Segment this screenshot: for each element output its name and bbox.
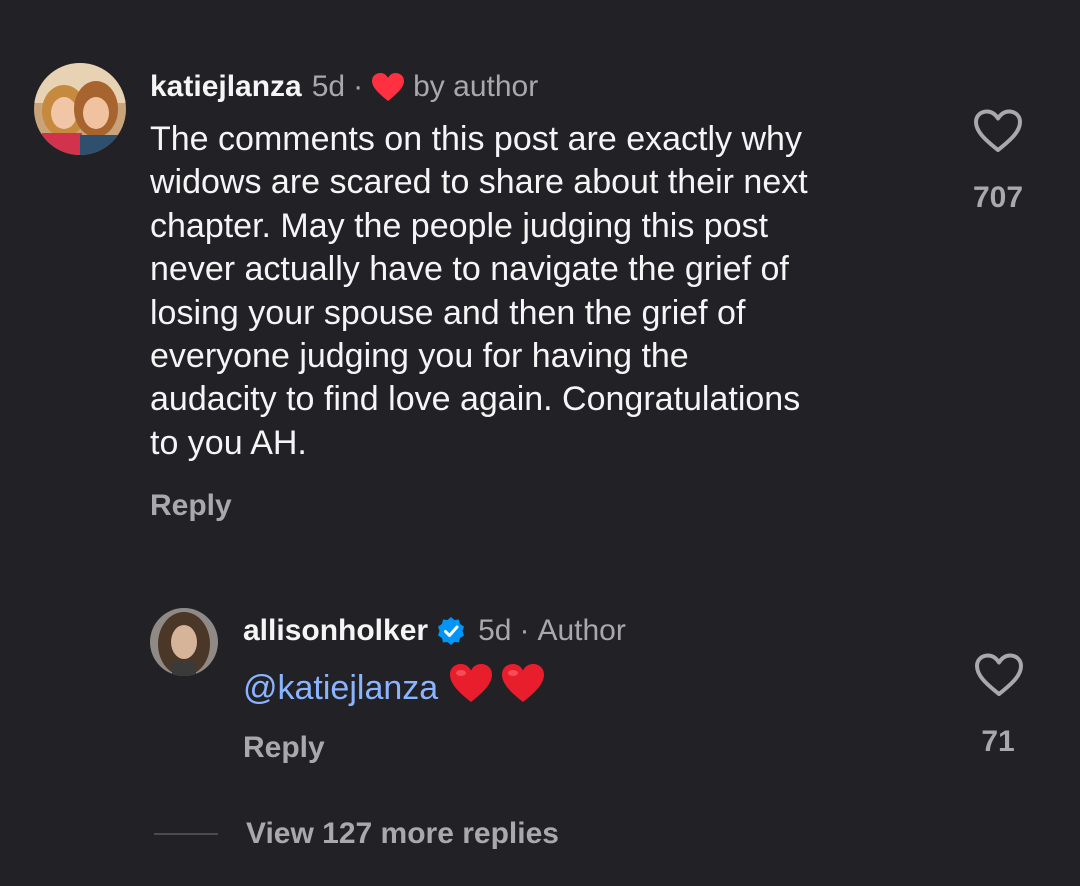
comment-meta: katiejlanza 5d · by author [150,69,538,105]
comment-line: The comments on this post are exactly wh… [150,120,802,158]
comment-separator: · [353,70,364,103]
heart-filled-icon [371,72,405,102]
reply-username[interactable]: allisonholker [243,613,428,649]
author-label: Author [537,614,626,647]
comment-line: everyone judging you for having the [150,337,689,376]
red-heart-emoji [500,662,546,715]
reply-like-count: 71 [981,725,1015,758]
view-more-replies-button[interactable]: View 127 more replies [246,816,559,852]
comment-line: to you AH. [150,423,307,462]
reply-mention[interactable]: @katiejlanza [243,667,438,710]
comment-line: audacity to find love again. Congratulat… [150,380,801,419]
red-heart-emoji [448,662,494,715]
comment-line: chapter. May the people judging this pos… [150,206,769,245]
reply-reply-button[interactable]: Reply [243,730,325,766]
commenter-avatar[interactable] [34,63,126,155]
comment-username[interactable]: katiejlanza [150,69,302,105]
heart-outline-icon[interactable] [974,653,1024,702]
reply-avatar[interactable] [150,608,218,676]
reply-time: 5d [478,614,512,647]
reply-separator: · [519,614,530,647]
heart-outline-icon[interactable] [973,109,1023,158]
comment-line: never actually have to navigate the grie… [150,250,789,289]
view-more-divider [154,833,218,835]
comment-text: The comments on this post are exactly wh… [150,118,940,465]
comment-reply-button[interactable]: Reply [150,488,232,524]
verified-badge-icon [436,616,466,646]
comments-panel: katiejlanza 5d · by author The comments … [0,0,1080,886]
comment-line: widows are scared to share about their n… [150,163,808,202]
reply-meta: allisonholker 5d · Author [243,613,626,649]
comment-like-count: 707 [972,181,1024,214]
liked-by-author-label: by author [413,70,539,103]
comment-line: losing your spouse and then the grief of [150,293,746,332]
reply-text: @katiejlanza [243,662,546,715]
comment-time: 5d [311,70,346,103]
